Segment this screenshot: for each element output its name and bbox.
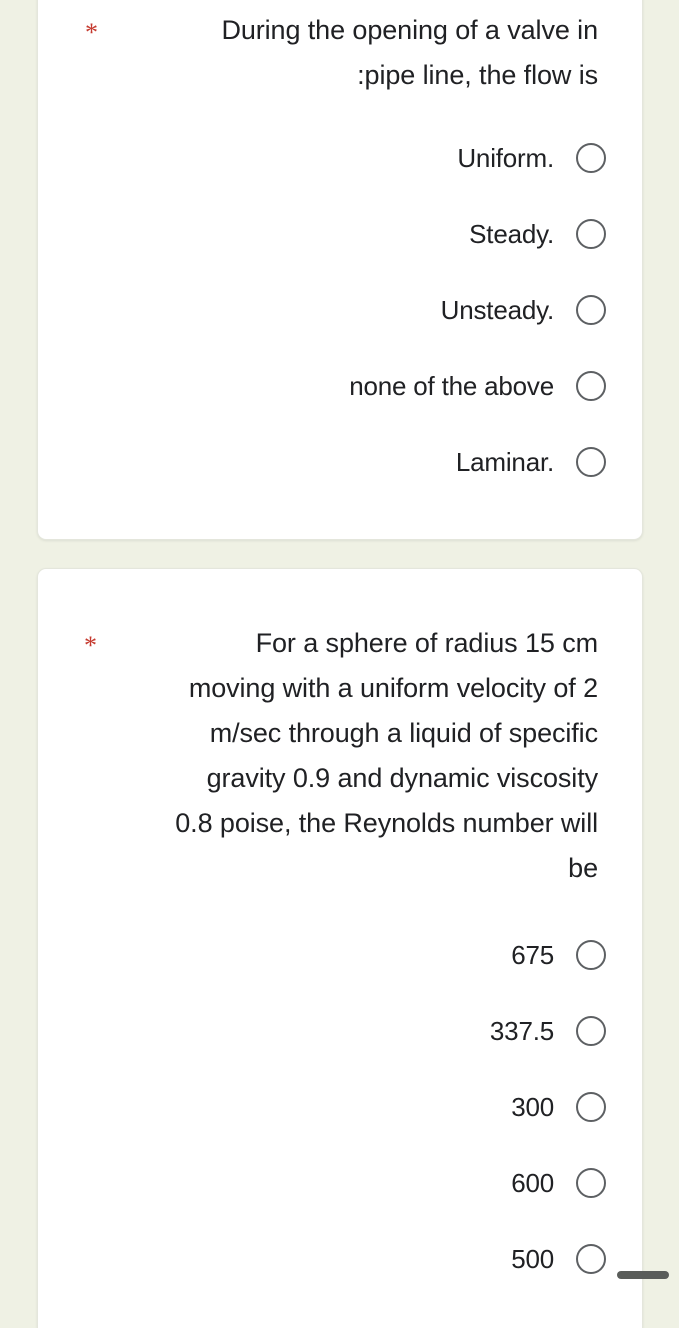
option-row[interactable]: Laminar.	[38, 424, 642, 500]
option-label: Unsteady.	[440, 295, 555, 325]
radio-button[interactable]	[576, 295, 606, 325]
radio-button[interactable]	[576, 1244, 606, 1274]
option-label: Steady.	[469, 219, 554, 249]
option-row[interactable]: 675	[38, 917, 642, 993]
required-asterisk: *	[85, 18, 98, 47]
option-row[interactable]: Uniform.	[38, 120, 642, 196]
horizontal-scrollbar-thumb[interactable]	[617, 1271, 669, 1279]
option-row[interactable]: 337.5	[38, 993, 642, 1069]
radio-button[interactable]	[576, 371, 606, 401]
option-label: none of the above	[349, 371, 554, 401]
option-row[interactable]: 300	[38, 1069, 642, 1145]
question-2-options: 675 337.5 300 600 500	[38, 917, 642, 1297]
radio-button[interactable]	[576, 143, 606, 173]
option-row[interactable]: 500	[38, 1221, 642, 1297]
question-2-title: For a sphere of radius 15 cm moving with…	[175, 628, 598, 883]
option-row[interactable]: Steady.	[38, 196, 642, 272]
option-row[interactable]: none of the above	[38, 348, 642, 424]
question-1-options: Uniform. Steady. Unsteady. none of the a…	[38, 120, 642, 500]
option-label: Laminar.	[455, 447, 554, 477]
radio-button[interactable]	[576, 940, 606, 970]
question-1-title: During the opening of a valve in :pipe l…	[221, 15, 598, 90]
question-1-header: * During the opening of a valve in :pipe…	[38, 8, 642, 98]
radio-button[interactable]	[576, 1168, 606, 1198]
radio-button[interactable]	[576, 1092, 606, 1122]
option-label: 675	[511, 940, 554, 970]
option-row[interactable]: 600	[38, 1145, 642, 1221]
radio-button[interactable]	[576, 1016, 606, 1046]
option-row[interactable]: Unsteady.	[38, 272, 642, 348]
question-2-header: * For a sphere of radius 15 cm moving wi…	[38, 621, 642, 891]
question-card-2: * For a sphere of radius 15 cm moving wi…	[37, 568, 643, 1328]
option-label: 600	[511, 1168, 554, 1198]
radio-button[interactable]	[576, 447, 606, 477]
option-label: 337.5	[489, 1016, 554, 1046]
form-page: * During the opening of a valve in :pipe…	[0, 0, 679, 1328]
question-card-1: * During the opening of a valve in :pipe…	[37, 0, 643, 540]
radio-button[interactable]	[576, 219, 606, 249]
option-label: 300	[511, 1092, 554, 1122]
required-asterisk: *	[84, 631, 97, 660]
option-label: Uniform.	[457, 143, 554, 173]
option-label: 500	[511, 1244, 554, 1274]
